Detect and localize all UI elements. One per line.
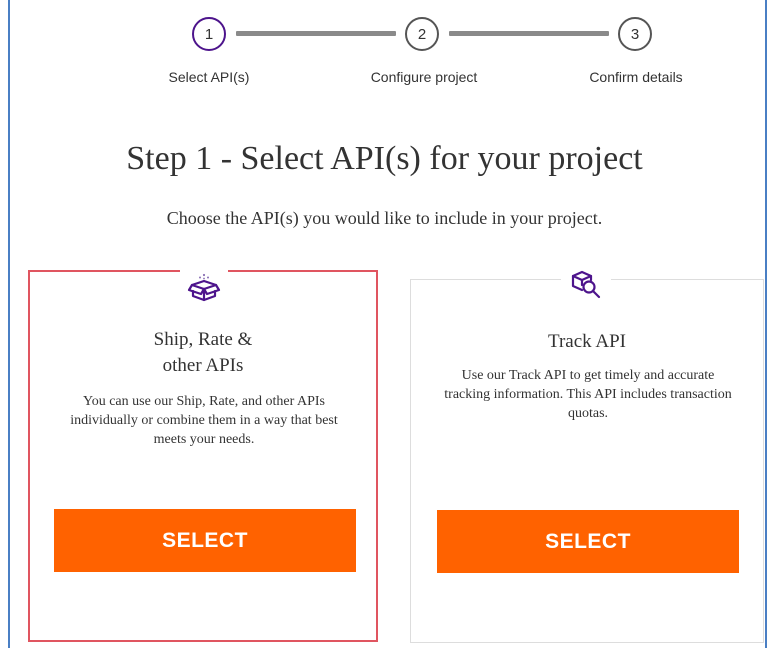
step-3-circle[interactable]: 3 [618,17,652,51]
step-3-number: 3 [630,25,640,43]
page-subtitle: Choose the API(s) you would like to incl… [166,208,603,228]
page-title: Step 1 - Select API(s) for your project [126,140,643,177]
step-2-number: 2 [417,25,427,43]
card-title-ship-rate-line1: Ship, Rate & [153,329,253,350]
window-left-border [8,0,10,648]
card-description-ship-rate: You can use our Ship, Rate, and other AP… [70,394,338,447]
select-ship-rate-button[interactable]: SELECT [54,509,356,572]
step-1-circle[interactable]: 1 [192,17,226,51]
step-2-circle[interactable]: 2 [405,17,439,51]
package-search-icon [561,264,611,304]
step-connector-2 [449,31,609,36]
step-3-label: Confirm details [589,69,683,85]
card-title-ship-rate-line2: other APIs [162,355,244,376]
window-right-border [765,0,767,648]
card-description-track: Use our Track API to get timely and accu… [444,368,732,421]
card-title-track: Track API [548,331,626,352]
select-track-button[interactable]: SELECT [437,510,739,573]
open-box-icon [180,270,228,304]
step-connector-1 [236,31,396,36]
step-2-label: Configure project [370,69,478,85]
api-card-ship-rate[interactable]: Ship, Rate & other APIs You can use our … [28,270,378,642]
step-1-label: Select API(s) [168,69,250,85]
step-1-number: 1 [204,25,214,43]
api-card-track[interactable]: Track API Use our Track API to get timel… [410,264,764,643]
